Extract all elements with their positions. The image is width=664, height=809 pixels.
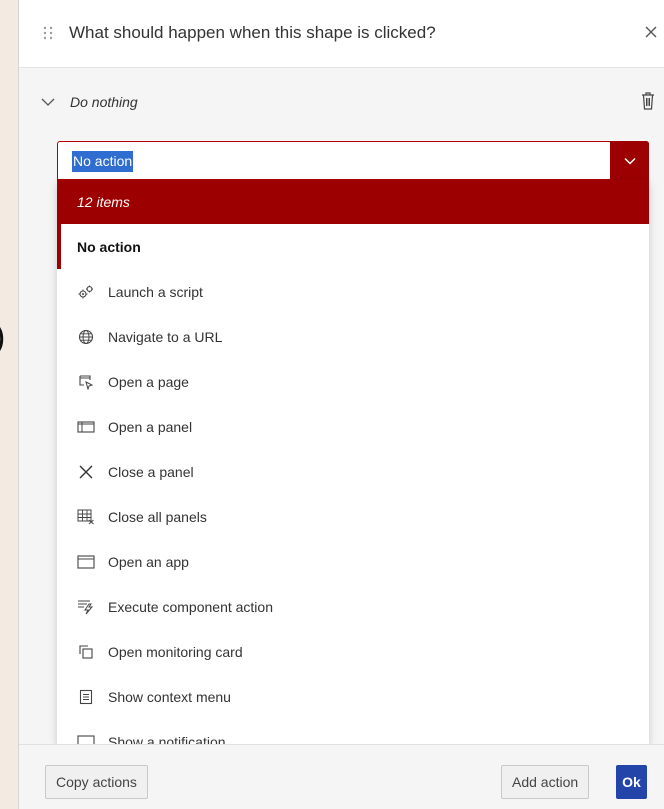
- item-label: Show context menu: [108, 688, 231, 705]
- dropdown-item-open-app[interactable]: Open an app: [57, 539, 649, 584]
- dropdown-item-open-page[interactable]: Open a page: [57, 359, 649, 404]
- dropdown-item-launch-script[interactable]: Launch a script: [57, 269, 649, 314]
- dropdown-item-open-monitoring-card[interactable]: Open monitoring card: [57, 629, 649, 674]
- action-name: Do nothing: [70, 94, 138, 110]
- item-label: Open monitoring card: [108, 643, 243, 660]
- background-text-fragment: ): [0, 318, 5, 357]
- item-label: Open an app: [108, 553, 189, 570]
- collapse-chevron-icon[interactable]: [41, 96, 55, 108]
- combo-selected-value[interactable]: No action: [72, 151, 134, 172]
- monitoring-card-icon: [77, 643, 95, 661]
- item-label: Open a page: [108, 373, 189, 390]
- open-page-icon: [77, 373, 95, 391]
- gears-icon: [77, 283, 95, 301]
- chevron-down-icon: [623, 157, 636, 165]
- dropdown-item-count: 12 items: [57, 180, 649, 224]
- shape-click-dialog: What should happen when this shape is cl…: [18, 0, 664, 809]
- drag-handle-icon[interactable]: [43, 26, 53, 40]
- dropdown-item-show-context-menu[interactable]: Show context menu: [57, 674, 649, 719]
- item-label: Close a panel: [108, 463, 194, 480]
- dropdown-item-navigate-url[interactable]: Navigate to a URL: [57, 314, 649, 359]
- globe-icon: [77, 328, 95, 346]
- item-label: Execute component action: [108, 598, 273, 615]
- dropdown-item-show-notification[interactable]: Show a notification: [57, 719, 649, 744]
- dropdown-item-execute-component-action[interactable]: Execute component action: [57, 584, 649, 629]
- item-label: Launch a script: [108, 283, 203, 300]
- execute-icon: [77, 598, 95, 616]
- dropdown-item-close-all-panels[interactable]: Close all panels: [57, 494, 649, 539]
- dialog-header: What should happen when this shape is cl…: [19, 0, 664, 68]
- copy-actions-button[interactable]: Copy actions: [45, 765, 148, 799]
- close-icon: [77, 463, 95, 481]
- dropdown-item-no-action[interactable]: No action: [57, 224, 649, 269]
- action-type-combobox[interactable]: No action: [57, 141, 649, 180]
- panel-icon: [77, 418, 95, 436]
- item-label: Navigate to a URL: [108, 328, 223, 345]
- action-type-dropdown: 12 items No action Launch a script Navig…: [57, 180, 649, 744]
- trash-icon[interactable]: [641, 92, 655, 110]
- item-label: Close all panels: [108, 508, 207, 525]
- notification-icon: [77, 733, 95, 744]
- dropdown-item-open-panel[interactable]: Open a panel: [57, 404, 649, 449]
- dialog-title: What should happen when this shape is cl…: [69, 23, 436, 42]
- combo-toggle-button[interactable]: [610, 141, 649, 180]
- app-window-icon: [77, 553, 95, 571]
- dialog-footer: Copy actions Add action Ok: [19, 744, 664, 809]
- item-label: No action: [77, 238, 141, 255]
- item-label: Show a notification: [108, 733, 226, 745]
- add-action-button[interactable]: Add action: [501, 765, 590, 799]
- dropdown-item-close-panel[interactable]: Close a panel: [57, 449, 649, 494]
- ok-button[interactable]: Ok: [616, 765, 647, 799]
- close-all-panels-icon: [77, 508, 95, 526]
- close-dialog-icon[interactable]: [643, 24, 659, 40]
- context-menu-icon: [77, 688, 95, 706]
- item-label: Open a panel: [108, 418, 193, 435]
